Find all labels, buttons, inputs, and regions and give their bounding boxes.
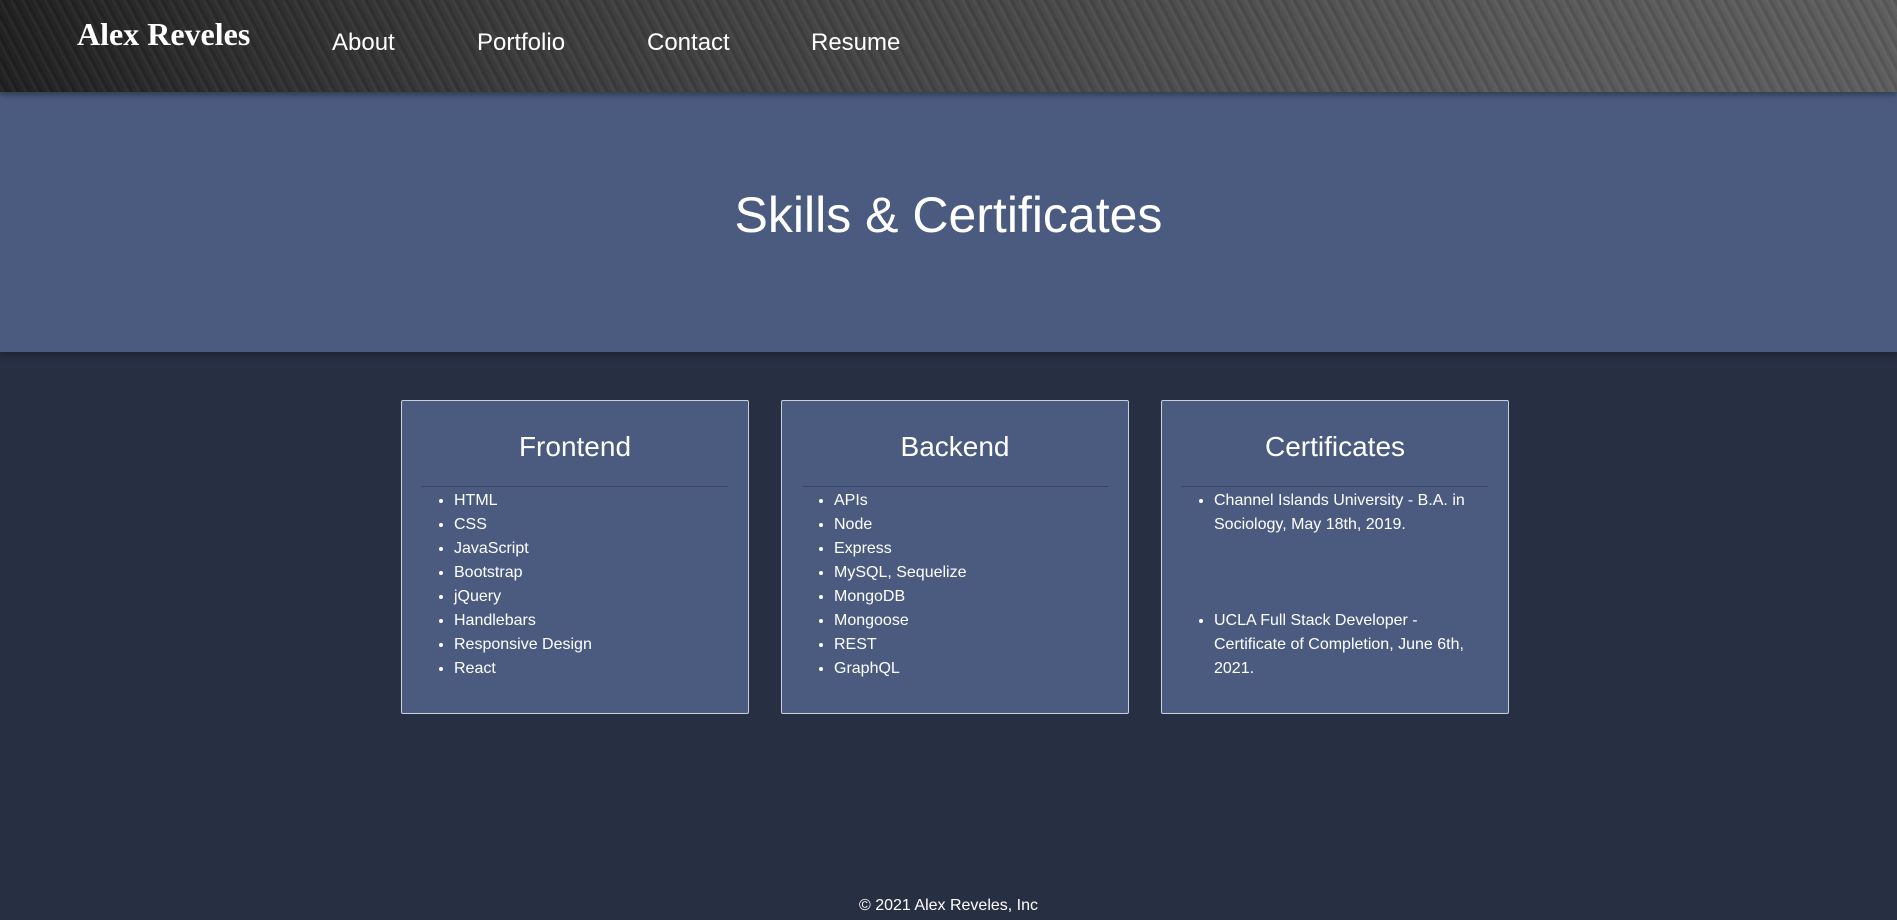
list-item: Bootstrap bbox=[454, 561, 724, 585]
list-item: Mongoose bbox=[834, 609, 1104, 633]
backend-skills-card: Backend APIs Node Express MySQL, Sequeli… bbox=[781, 400, 1129, 714]
nav-link-contact[interactable]: Contact bbox=[647, 29, 730, 57]
hero-banner: Skills & Certificates bbox=[0, 92, 1897, 352]
backend-card-title: Backend bbox=[900, 431, 1010, 462]
list-item: Channel Islands University - B.A. in Soc… bbox=[1214, 489, 1484, 537]
card-divider bbox=[802, 486, 1108, 487]
list-item: HTML bbox=[454, 489, 724, 513]
list-item: APIs bbox=[834, 489, 1104, 513]
certificates-list: Channel Islands University - B.A. in Soc… bbox=[1214, 489, 1484, 681]
list-item: React bbox=[454, 657, 724, 681]
nav-link-about[interactable]: About bbox=[332, 29, 395, 57]
list-item: CSS bbox=[454, 513, 724, 537]
list-item: MongoDB bbox=[834, 585, 1104, 609]
footer-copyright: © 2021 Alex Reveles, Inc bbox=[859, 897, 1038, 914]
nav-link-portfolio[interactable]: Portfolio bbox=[477, 29, 565, 57]
site-header: Alex Reveles About Portfolio Contact Res… bbox=[0, 0, 1897, 92]
certificates-card: Certificates Channel Islands University … bbox=[1161, 400, 1509, 714]
backend-skills-list: APIs Node Express MySQL, Sequelize Mongo… bbox=[834, 489, 1104, 681]
list-item: REST bbox=[834, 633, 1104, 657]
frontend-skills-list: HTML CSS JavaScript Bootstrap jQuery Han… bbox=[454, 489, 724, 681]
frontend-card-title: Frontend bbox=[518, 431, 632, 462]
list-item: MySQL, Sequelize bbox=[834, 561, 1104, 585]
list-item: JavaScript bbox=[454, 537, 724, 561]
list-item: jQuery bbox=[454, 585, 724, 609]
card-divider bbox=[422, 486, 728, 487]
nav-link-resume[interactable]: Resume bbox=[811, 29, 900, 57]
list-item: Node bbox=[834, 513, 1104, 537]
list-item: Responsive Design bbox=[454, 633, 724, 657]
list-item: Express bbox=[834, 537, 1104, 561]
brand-logo-link[interactable]: Alex Reveles bbox=[77, 16, 250, 53]
list-item: Handlebars bbox=[454, 609, 724, 633]
card-divider bbox=[1182, 486, 1488, 487]
list-item: GraphQL bbox=[834, 657, 1104, 681]
page-title: Skills & Certificates bbox=[734, 187, 1163, 243]
certificates-card-title: Certificates bbox=[1264, 431, 1406, 462]
list-item: UCLA Full Stack Developer - Certificate … bbox=[1214, 609, 1484, 681]
frontend-skills-card: Frontend HTML CSS JavaScript Bootstrap j… bbox=[401, 400, 749, 714]
